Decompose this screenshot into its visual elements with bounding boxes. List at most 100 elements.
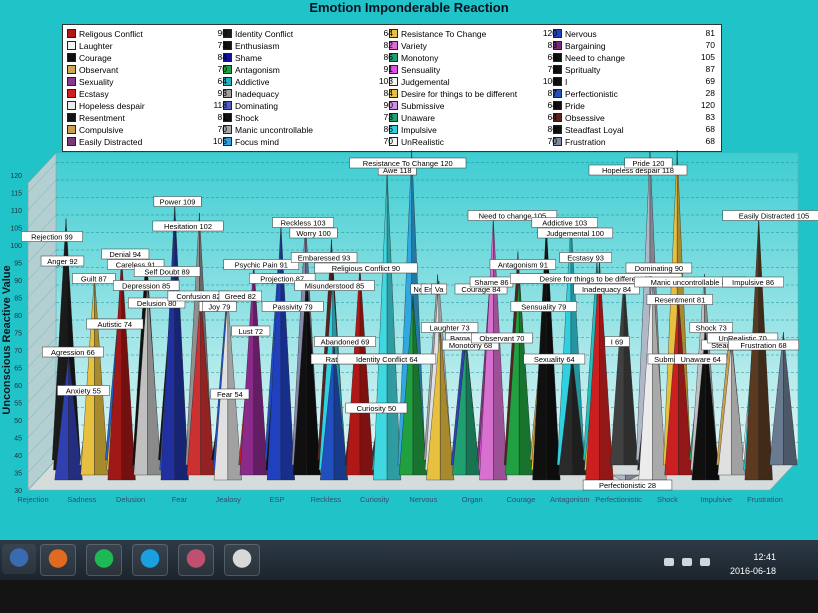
legend-item: Observant — [67, 64, 118, 76]
data-label-text: Dominating 90 — [635, 264, 683, 273]
legend-item: Easily Distracted — [67, 136, 142, 148]
data-label: Anger 92 — [40, 255, 85, 267]
data-label-text: Greed 82 — [225, 292, 256, 301]
data-label-text: Reckless 103 — [281, 219, 326, 228]
data-label-text: Agression 66 — [51, 348, 95, 357]
x-tick-label: Fear — [172, 495, 188, 504]
legend-item: Shame — [223, 52, 262, 64]
legend-value: 90 — [383, 100, 393, 110]
data-label: Sensuality 79 — [510, 301, 577, 312]
legend-label: Courage — [79, 52, 112, 63]
legend-value: 105 — [212, 136, 227, 146]
firefox-icon[interactable] — [40, 544, 76, 576]
data-label: Lust 72 — [231, 325, 271, 337]
legend-label: Inadequacy — [235, 88, 279, 99]
legend-value: 83 — [547, 40, 557, 50]
legend-label: Monotony — [401, 52, 439, 63]
y-axis-label: Unconscious Reactive Value — [1, 265, 13, 414]
x-tick-label: Impulsive — [700, 495, 732, 504]
data-label: Observant 70 — [471, 332, 533, 344]
data-label-text: Perfectionistic 28 — [599, 481, 656, 490]
y-tick-label: 85 — [14, 296, 22, 303]
legend-swatch — [67, 101, 76, 111]
legend-value: 81 — [705, 28, 715, 38]
data-label: Guilt 87 — [72, 273, 116, 284]
data-label: Perfectionistic 28 — [582, 479, 673, 491]
y-tick-label: 70 — [14, 348, 22, 355]
clock-time[interactable]: 12:41 — [753, 552, 776, 562]
network-icon[interactable] — [682, 558, 692, 566]
data-label-text: Guilt 87 — [81, 275, 107, 284]
legend-label: I — [565, 76, 568, 87]
x-tick-label: Antagonism — [550, 495, 590, 504]
legend-label: Unaware — [401, 112, 436, 123]
legend-item: Bargaining — [553, 40, 606, 52]
data-label-text: Unaware 64 — [681, 355, 721, 364]
data-label-text: Impulsive 86 — [732, 278, 774, 287]
legend-label: Sexuality — [79, 76, 114, 87]
data-label: Curiosity 50 — [345, 402, 408, 414]
skype-icon[interactable] — [132, 544, 168, 576]
clock-date[interactable]: 2016-06-18 — [730, 566, 776, 576]
chart-legend: Religous Conflict Laughter Courage Observan… — [62, 24, 722, 152]
data-label-text: I 69 — [611, 338, 624, 347]
x-tick-label: Nervous — [409, 495, 437, 504]
data-label: Judgemental 100 — [537, 227, 613, 239]
chart-plot: Rejection 99 Anger 92 Agression 66 Anxiety … — [1, 150, 818, 504]
legend-swatch — [67, 125, 76, 135]
spotify-icon[interactable] — [86, 544, 122, 576]
data-label-text: Resentment 81 — [654, 296, 705, 305]
data-label-text: Curiosity 50 — [357, 404, 397, 413]
legend-label: Bargaining — [565, 40, 606, 51]
tool-icon[interactable] — [178, 544, 214, 576]
data-label: Resistance To Change 120 — [349, 157, 467, 169]
data-label: Depression 85 — [113, 280, 180, 291]
legend-label: Dominating — [235, 100, 278, 111]
x-tick-label: Sadness — [67, 495, 96, 504]
data-label-text: Observant 70 — [479, 334, 524, 343]
data-label-text: Rejection 99 — [31, 233, 73, 242]
data-label-text: Power 109 — [160, 198, 196, 207]
data-label: Hesitation 102 — [152, 220, 224, 232]
data-label: Shame 86 — [469, 276, 514, 288]
legend-swatch — [67, 77, 76, 87]
legend-label: Enthusiasm — [235, 40, 280, 51]
data-label-text: Anxiety 55 — [66, 387, 101, 396]
y-tick-label: 95 — [14, 261, 22, 268]
legend-value: 64 — [217, 76, 227, 86]
y-tick-label: 100 — [10, 243, 22, 250]
legend-label: Pride — [565, 100, 585, 111]
legend-value: 86 — [383, 52, 393, 62]
legend-value: 90 — [217, 28, 227, 38]
legend-label: Steadfast Loyal — [565, 124, 624, 135]
legend-value: 87 — [705, 64, 715, 74]
data-label: Passivity 79 — [261, 301, 324, 312]
legend-value: 100 — [542, 76, 557, 86]
document-icon[interactable] — [224, 544, 260, 576]
legend-value: 105 — [700, 52, 715, 62]
legend-label: Judgemental — [401, 76, 450, 87]
x-tick-label: Perfectionistic — [595, 495, 642, 504]
legend-item: Need to change — [553, 52, 625, 64]
start-orb-icon[interactable] — [2, 544, 36, 574]
data-label: Religious Conflict 90 — [314, 262, 418, 274]
data-label: Anxiety 55 — [57, 385, 110, 396]
data-label: Inadequacy 84 — [573, 283, 640, 295]
data-label-text: Antagonism 91 — [498, 261, 548, 270]
legend-item: Addictive — [223, 76, 270, 88]
legend-item: Pride — [553, 100, 585, 112]
data-label-text: Lust 72 — [239, 327, 264, 336]
legend-value: 64 — [547, 112, 557, 122]
data-label: Agression 66 — [42, 346, 104, 358]
data-label-text: Va — [435, 285, 444, 294]
show-hidden-icons[interactable] — [664, 558, 674, 566]
legend-label: Obsessive — [565, 112, 605, 123]
volume-icon[interactable] — [700, 558, 710, 566]
x-tick-label: Organ — [462, 495, 483, 504]
legend-label: Need to change — [565, 52, 626, 63]
legend-value: 84 — [383, 88, 393, 98]
legend-value: 64 — [383, 28, 393, 38]
legend-label: Desire for things to be different — [401, 88, 518, 99]
legend-value: 73 — [383, 112, 393, 122]
data-label-text: Religious Conflict 90 — [332, 264, 400, 273]
